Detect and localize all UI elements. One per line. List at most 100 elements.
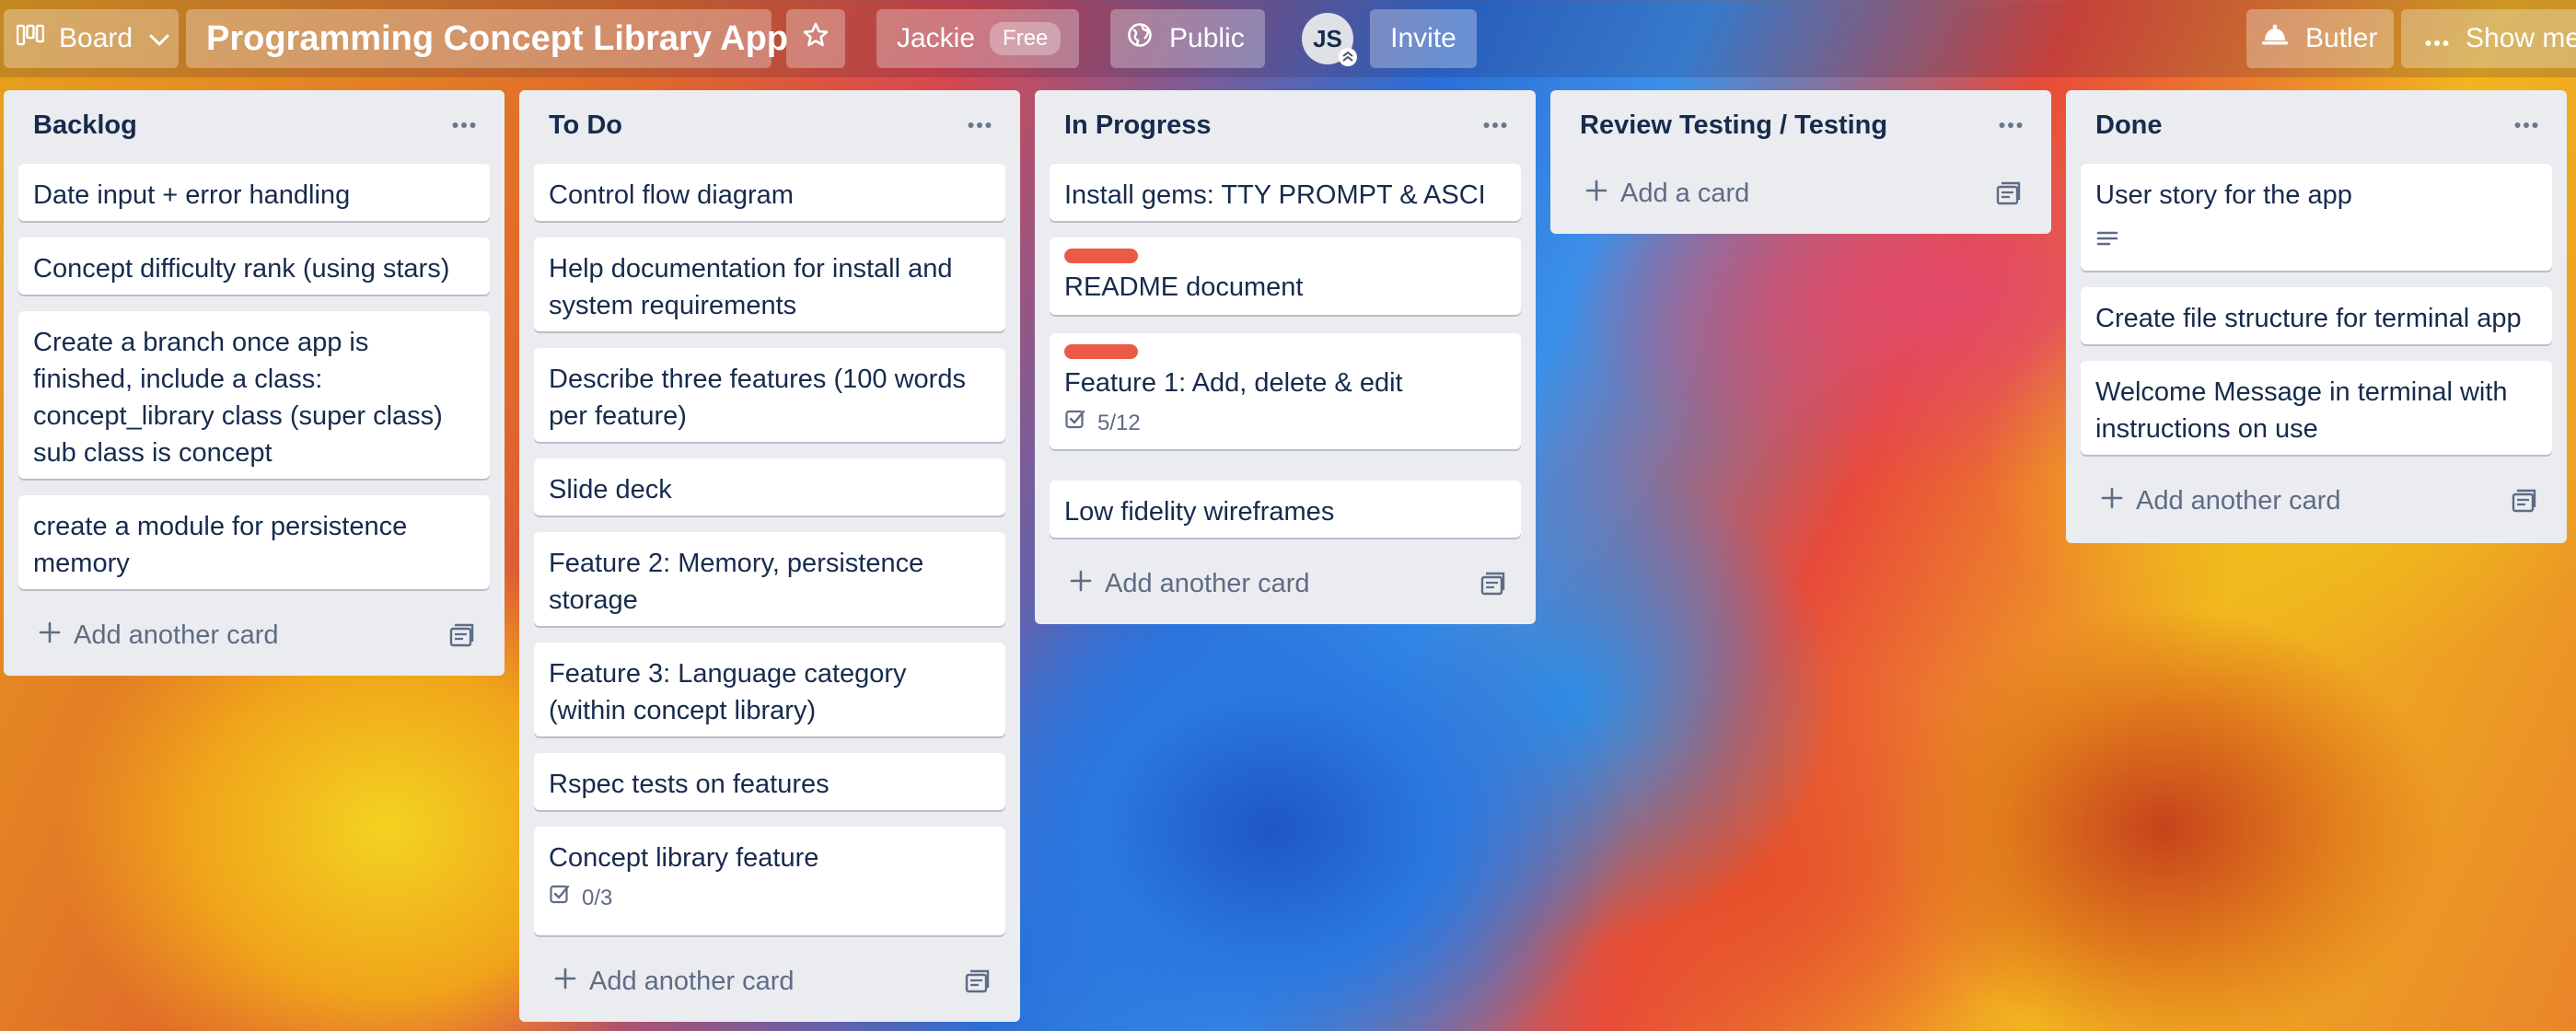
card-title: Slide deck (549, 475, 672, 504)
globe-icon (1127, 22, 1153, 55)
star-board-button[interactable] (786, 9, 845, 68)
list-done: Done User story for the app Create file … (2066, 90, 2567, 543)
checklist-icon (549, 880, 571, 917)
list-backlog: Backlog Date input + error handling Conc… (4, 90, 505, 676)
card-title: Describe three features (100 words per f… (549, 365, 966, 431)
list-title[interactable]: To Do (549, 110, 622, 141)
show-menu-button[interactable]: Show me (2401, 9, 2576, 68)
card-label-red[interactable] (1064, 344, 1138, 359)
plus-icon (2101, 486, 2123, 516)
add-card-label: Add a card (1620, 178, 1750, 208)
card[interactable]: Create file structure for terminal app (2081, 287, 2552, 344)
card-title: Create a branch once app is finished, in… (33, 328, 443, 468)
plan-badge: Free (990, 22, 1062, 55)
card[interactable]: Control flow diagram (534, 164, 1005, 221)
list-title[interactable]: Backlog (33, 110, 137, 141)
card[interactable]: Concept difficulty rank (using stars) (18, 237, 490, 295)
card-title: Control flow diagram (549, 180, 794, 210)
card[interactable]: Welcome Message in terminal with instruc… (2081, 361, 2552, 455)
card-template-icon[interactable] (1994, 180, 2022, 208)
butler-label: Butler (2305, 23, 2378, 53)
card[interactable]: Feature 3: Language category (within con… (534, 643, 1005, 736)
invite-button[interactable]: Invite (1370, 9, 1477, 68)
chevron-down-icon (149, 23, 169, 54)
description-icon (2095, 223, 2537, 260)
card-title: Install gems: TTY PROMPT & ASCI (1064, 180, 1486, 210)
card[interactable]: Feature 2: Memory, persistence storage (534, 532, 1005, 626)
butler-button[interactable]: Butler (2246, 9, 2394, 68)
card[interactable]: create a module for persistence memory (18, 495, 490, 589)
card-title: create a module for persistence memory (33, 512, 408, 578)
card-title: Feature 1: Add, delete & edit (1064, 368, 1403, 398)
card-title: Concept difficulty rank (using stars) (33, 254, 450, 284)
checklist-badge: 0/3 (549, 880, 991, 917)
board-view-switcher[interactable]: Board (4, 9, 179, 68)
card-title: Rspec tests on features (549, 770, 830, 799)
checklist-count: 5/12 (1097, 411, 1141, 435)
card[interactable]: Slide deck (534, 458, 1005, 516)
checklist-count: 0/3 (582, 886, 613, 910)
card[interactable]: Help documentation for install and syste… (534, 237, 1005, 331)
card[interactable]: User story for the app (2081, 164, 2552, 271)
visibility-button[interactable]: Public (1110, 9, 1265, 68)
workspace-button[interactable]: Jackie Free (876, 9, 1079, 68)
card[interactable]: Describe three features (100 words per f… (534, 348, 1005, 442)
card-title: Date input + error handling (33, 180, 351, 210)
board-view-label: Board (59, 23, 133, 53)
show-menu-label: Show me (2466, 23, 2576, 53)
card[interactable]: Create a branch once app is finished, in… (18, 311, 490, 479)
card-title: Feature 3: Language category (within con… (549, 659, 907, 725)
card-title: Welcome Message in terminal with instruc… (2095, 377, 2508, 444)
list-header: In Progress (1035, 90, 1536, 164)
card[interactable]: Date input + error handling (18, 164, 490, 221)
checklist-icon (1064, 405, 1086, 442)
list-menu-icon[interactable] (1990, 107, 2031, 144)
card-label-red[interactable] (1064, 249, 1138, 263)
workspace-name: Jackie (897, 23, 976, 53)
plus-icon (1070, 569, 1092, 599)
visibility-label: Public (1169, 23, 1245, 53)
avatar-initials: JS (1313, 24, 1342, 52)
list-menu-icon[interactable] (959, 107, 1000, 144)
card[interactable]: Feature 1: Add, delete & edit 5/12 (1050, 333, 1521, 449)
list-title[interactable]: Done (2095, 110, 2163, 141)
checklist-badge: 5/12 (1064, 405, 1506, 442)
list-menu-icon[interactable] (444, 107, 484, 144)
more-dots-icon (2425, 23, 2449, 54)
card-title: Feature 2: Memory, persistence storage (549, 549, 924, 615)
card[interactable]: Install gems: TTY PROMPT & ASCI (1050, 164, 1521, 221)
card-template-icon[interactable] (447, 622, 475, 650)
avatar[interactable]: JS (1302, 13, 1357, 66)
list-menu-icon[interactable] (2506, 107, 2547, 144)
card[interactable]: Low fidelity wireframes (1050, 481, 1521, 538)
add-card-button[interactable]: Add another card (20, 609, 488, 661)
plus-icon (39, 620, 61, 651)
list-in-progress: In Progress Install gems: TTY PROMPT & A… (1035, 90, 1536, 624)
list-menu-icon[interactable] (1475, 107, 1515, 144)
list-title[interactable]: In Progress (1064, 110, 1212, 141)
card-template-icon[interactable] (1479, 571, 1506, 598)
add-card-button[interactable]: Add a card (1567, 168, 2035, 219)
list-header: To Do (519, 90, 1020, 164)
card-title: User story for the app (2095, 180, 2352, 210)
add-card-button[interactable]: Add another card (1051, 558, 1519, 609)
list-title[interactable]: Review Testing / Testing (1580, 110, 1887, 141)
card[interactable]: Concept library feature 0/3 (534, 827, 1005, 935)
board-title[interactable]: Programming Concept Library App (186, 9, 788, 68)
add-card-button[interactable]: Add another card (536, 956, 1004, 1007)
card[interactable]: README document (1050, 237, 1521, 315)
card-title: Concept library feature (549, 843, 819, 873)
admin-chevron-icon (1339, 48, 1357, 66)
star-icon (802, 21, 830, 56)
list-review-testing: Review Testing / Testing Add a card (1550, 90, 2051, 234)
card-title: Help documentation for install and syste… (549, 254, 953, 320)
card-title: Create file structure for terminal app (2095, 304, 2522, 333)
card-template-icon[interactable] (963, 968, 991, 996)
board-view-icon (16, 23, 45, 54)
card-template-icon[interactable] (2510, 488, 2537, 516)
plus-icon (554, 967, 576, 997)
card-title: Low fidelity wireframes (1064, 497, 1335, 527)
add-card-label: Add another card (2136, 485, 2341, 516)
card[interactable]: Rspec tests on features (534, 753, 1005, 810)
add-card-button[interactable]: Add another card (2083, 475, 2550, 527)
